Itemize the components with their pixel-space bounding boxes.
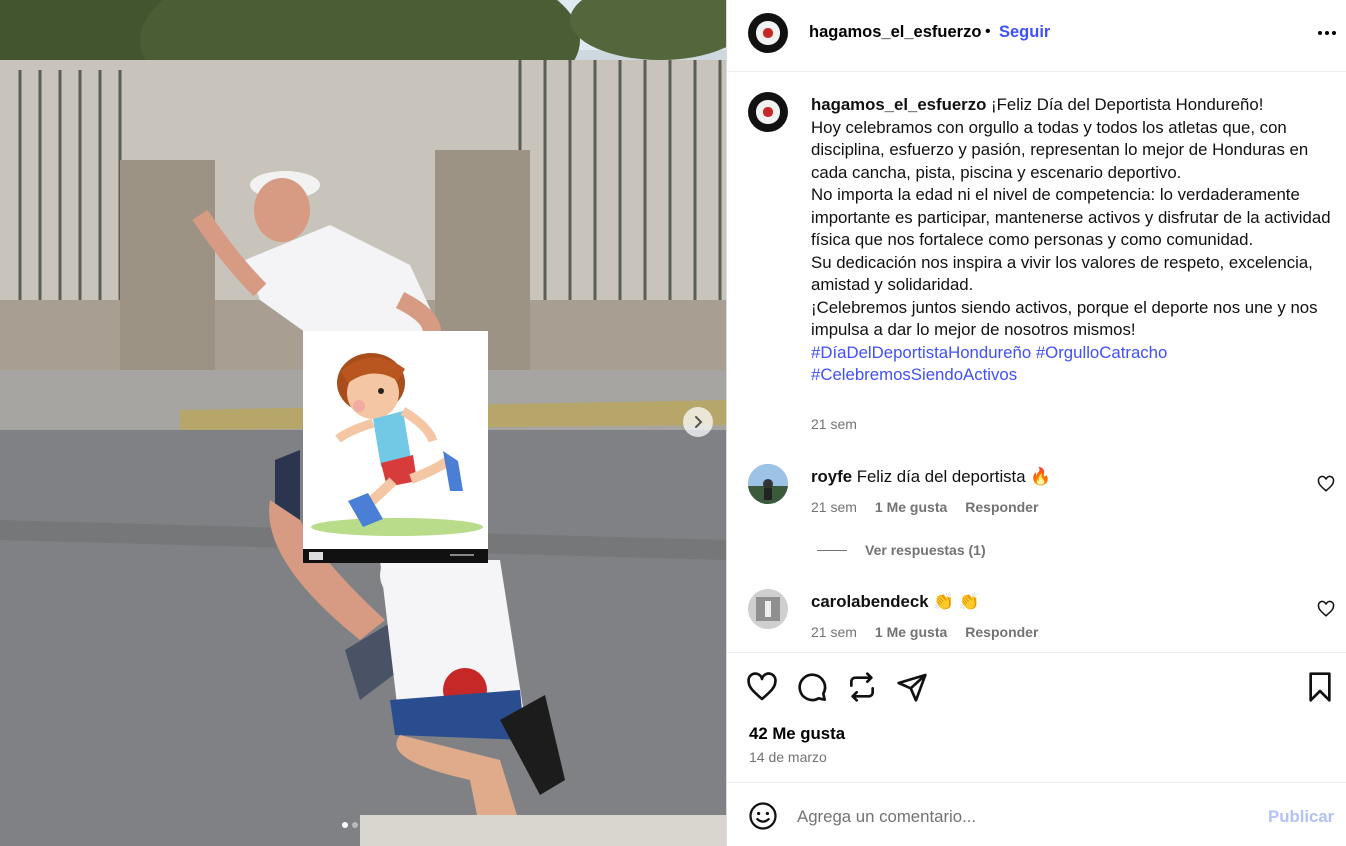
- repost-icon[interactable]: [846, 671, 878, 703]
- chevron-right-icon: [695, 416, 703, 428]
- commenter-photo: [748, 464, 788, 504]
- post-media[interactable]: [0, 0, 726, 846]
- hashtag-link[interactable]: #CelebremosSiendoActivos: [811, 365, 1017, 384]
- sticker-logo: [309, 552, 323, 560]
- caption-paragraph: No importa la edad ni el nivel de compet…: [811, 185, 1331, 249]
- comment-likes[interactable]: 1 Me gusta: [875, 624, 947, 640]
- comment-like-heart-icon[interactable]: [1317, 600, 1335, 618]
- header-separator: •: [985, 23, 991, 40]
- replies-divider: [817, 549, 847, 551]
- caption-hashtags: #DíaDelDeportistaHondureño #OrgulloCatra…: [811, 342, 1331, 365]
- caption-timestamp[interactable]: 21 sem: [811, 416, 857, 432]
- carousel-indicator: [342, 822, 358, 828]
- cartoon-runner-illustration: [311, 353, 483, 536]
- caption-paragraph: Hoy celebramos con orgullo a todas y tod…: [811, 117, 1309, 182]
- view-replies-button[interactable]: Ver respuestas (1): [817, 542, 986, 558]
- comment-timestamp[interactable]: 21 sem: [811, 624, 857, 640]
- comment-input[interactable]: [797, 803, 1247, 831]
- hashtag-link[interactable]: #OrgulloCatracho: [1036, 343, 1168, 362]
- emoji-icon[interactable]: [748, 801, 778, 831]
- comment-timestamp[interactable]: 21 sem: [811, 499, 857, 515]
- comment-meta: 21 sem 1 Me gusta Responder: [811, 624, 1038, 640]
- comment-icon[interactable]: [796, 671, 828, 703]
- comment-likes[interactable]: 1 Me gusta: [875, 499, 947, 515]
- more-options-icon[interactable]: [1313, 22, 1341, 44]
- carousel-dot: [352, 822, 358, 828]
- comment-like-heart-icon[interactable]: [1317, 475, 1335, 493]
- caption-hashtags: #CelebremosSiendoActivos: [811, 364, 1331, 387]
- comment-emoji: 🔥: [1030, 467, 1052, 486]
- heart-icon[interactable]: [746, 671, 778, 703]
- post-details-panel: hagamos_el_esfuerzo • Seguir hagamos_el_…: [726, 0, 1346, 846]
- comment-username[interactable]: royfe: [811, 467, 852, 486]
- caption-paragraph: ¡Celebremos juntos siendo activos, porqu…: [811, 297, 1318, 340]
- caption-first-line: hagamos_el_esfuerzo ¡Feliz Día del Depor…: [811, 94, 1331, 117]
- sticker-footer: [303, 549, 488, 563]
- post-header: hagamos_el_esfuerzo • Seguir: [727, 0, 1346, 72]
- caption-author-avatar[interactable]: [748, 92, 788, 132]
- comment-reply-button[interactable]: Responder: [965, 499, 1038, 515]
- caption-text: hagamos_el_esfuerzo ¡Feliz Día del Depor…: [811, 94, 1331, 387]
- view-replies-label: Ver respuestas (1): [865, 542, 986, 558]
- carousel-dot-active: [342, 822, 348, 828]
- add-comment-bar: Publicar: [727, 782, 1346, 846]
- carousel-next-button[interactable]: [683, 407, 713, 437]
- author-avatar[interactable]: [748, 13, 788, 53]
- author-username[interactable]: hagamos_el_esfuerzo: [809, 23, 981, 42]
- comment-text: Feliz día del deportista: [856, 467, 1026, 486]
- comment-reply-button[interactable]: Responder: [965, 624, 1038, 640]
- follow-button[interactable]: Seguir: [999, 23, 1050, 42]
- comment-line: royfe Feliz día del deportista 🔥: [811, 467, 1051, 487]
- post-actions: 42 Me gusta 14 de marzo: [727, 652, 1346, 782]
- share-icon[interactable]: [896, 671, 928, 703]
- comment-meta: 21 sem 1 Me gusta Responder: [811, 499, 1038, 515]
- comment-username[interactable]: carolabendeck: [811, 592, 929, 611]
- commenter-avatar[interactable]: [748, 589, 788, 629]
- caption-headline: ¡Feliz Día del Deportista Hondureño!: [991, 95, 1264, 114]
- comment-emoji: 👏 👏: [933, 592, 980, 611]
- publish-button[interactable]: Publicar: [1268, 807, 1334, 827]
- likes-count[interactable]: 42 Me gusta: [749, 724, 845, 744]
- commenter-photo: [748, 589, 788, 629]
- hashtag-link[interactable]: #DíaDelDeportistaHondureño: [811, 343, 1031, 362]
- caption-username[interactable]: hagamos_el_esfuerzo: [811, 95, 986, 114]
- post-date[interactable]: 14 de marzo: [749, 749, 827, 765]
- caption-paragraph: Su dedicación nos inspira a vivir los va…: [811, 252, 1313, 295]
- commenter-avatar[interactable]: [748, 464, 788, 504]
- comment-line: carolabendeck 👏 👏: [811, 592, 980, 612]
- cartoon-runner-sticker: [303, 331, 488, 563]
- sticker-credit: [450, 554, 474, 556]
- bookmark-icon[interactable]: [1304, 671, 1336, 703]
